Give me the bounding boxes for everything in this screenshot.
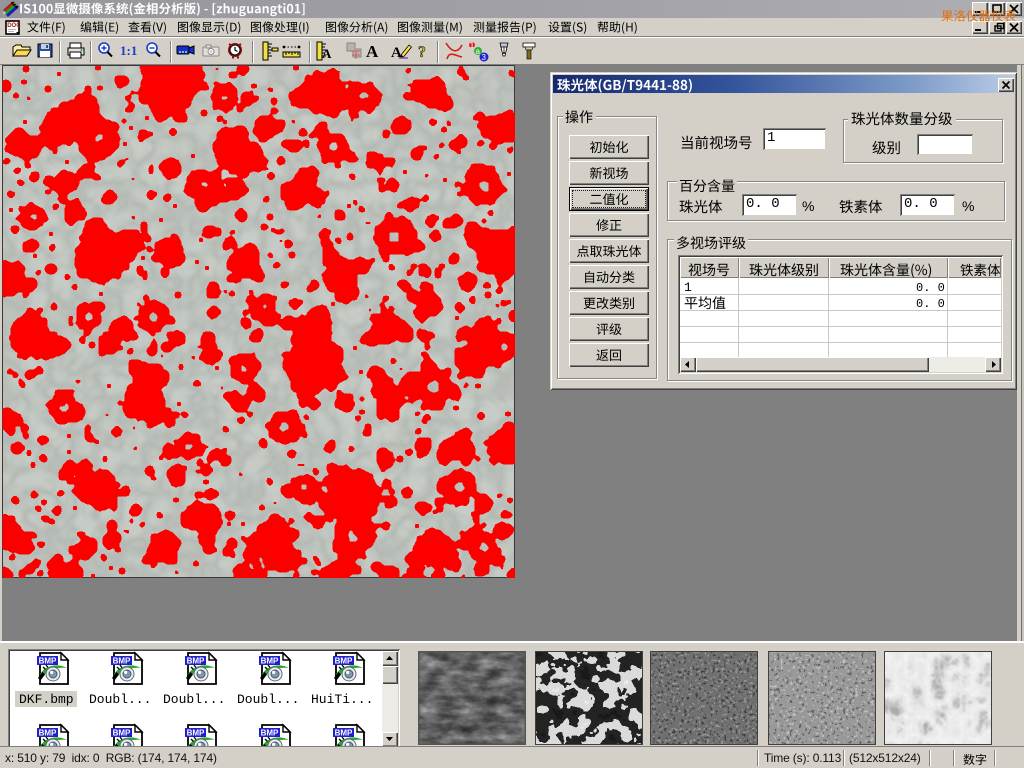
svg-text:1:1: 1:1: [120, 43, 137, 58]
svg-text:BMP: BMP: [261, 657, 279, 666]
svg-text:BMP: BMP: [335, 657, 353, 666]
svg-text:BMP: BMP: [113, 657, 131, 666]
svg-text:BMP: BMP: [335, 729, 353, 738]
svg-text:1: 1: [470, 41, 475, 50]
svg-text:A: A: [322, 46, 332, 61]
svg-text:A: A: [366, 42, 379, 61]
svg-text:BMP: BMP: [187, 657, 205, 666]
svg-text:3: 3: [482, 53, 487, 62]
svg-text:BMP: BMP: [187, 729, 205, 738]
svg-text:BMP: BMP: [39, 729, 57, 738]
svg-text:BMP: BMP: [113, 729, 131, 738]
svg-text:BMP: BMP: [261, 729, 279, 738]
svg-text:a: a: [476, 47, 481, 56]
svg-text:DOC: DOC: [7, 23, 21, 29]
svg-text:?: ?: [418, 44, 426, 61]
svg-text:BMP: BMP: [39, 657, 57, 666]
